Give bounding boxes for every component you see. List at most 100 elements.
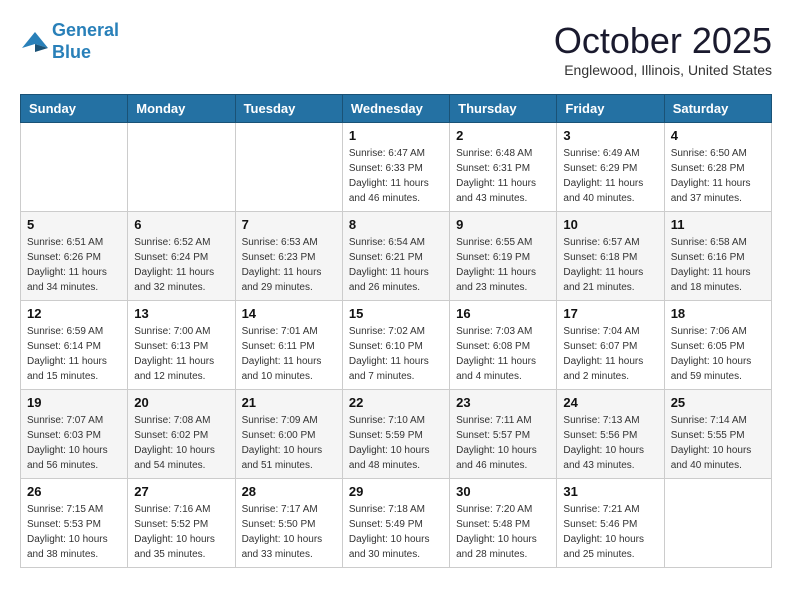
calendar-body: 1 Sunrise: 6:47 AM Sunset: 6:33 PM Daylig…	[21, 123, 772, 568]
day-number: 14	[242, 306, 336, 321]
day-number: 11	[671, 217, 765, 232]
calendar-cell: 29 Sunrise: 7:18 AM Sunset: 5:49 PM Dayli…	[342, 479, 449, 568]
weekday-header-tuesday: Tuesday	[235, 95, 342, 123]
day-number: 8	[349, 217, 443, 232]
logo-line1: General	[52, 20, 119, 40]
day-info: Sunrise: 7:00 AM Sunset: 6:13 PM Dayligh…	[134, 324, 228, 384]
day-number: 10	[563, 217, 657, 232]
calendar-cell: 17 Sunrise: 7:04 AM Sunset: 6:07 PM Dayli…	[557, 301, 664, 390]
calendar-cell: 28 Sunrise: 7:17 AM Sunset: 5:50 PM Dayli…	[235, 479, 342, 568]
day-info: Sunrise: 6:51 AM Sunset: 6:26 PM Dayligh…	[27, 235, 121, 295]
weekday-header-sunday: Sunday	[21, 95, 128, 123]
calendar-cell: 13 Sunrise: 7:00 AM Sunset: 6:13 PM Dayli…	[128, 301, 235, 390]
calendar-cell	[664, 479, 771, 568]
calendar-cell: 14 Sunrise: 7:01 AM Sunset: 6:11 PM Dayli…	[235, 301, 342, 390]
day-info: Sunrise: 7:03 AM Sunset: 6:08 PM Dayligh…	[456, 324, 550, 384]
calendar-cell: 3Sunrise: 6:49 AM Sunset: 6:29 PM Daylig…	[557, 123, 664, 212]
day-number: 13	[134, 306, 228, 321]
calendar-cell: 4Sunrise: 6:50 AM Sunset: 6:28 PM Daylig…	[664, 123, 771, 212]
calendar-cell: 12Sunrise: 6:59 AM Sunset: 6:14 PM Dayli…	[21, 301, 128, 390]
day-info: Sunrise: 7:13 AM Sunset: 5:56 PM Dayligh…	[563, 413, 657, 473]
weekday-header-saturday: Saturday	[664, 95, 771, 123]
calendar-cell: 5 Sunrise: 6:51 AM Sunset: 6:26 PM Daylig…	[21, 212, 128, 301]
day-info: Sunrise: 7:01 AM Sunset: 6:11 PM Dayligh…	[242, 324, 336, 384]
calendar-week-1: 1 Sunrise: 6:47 AM Sunset: 6:33 PM Daylig…	[21, 123, 772, 212]
day-number: 27	[134, 484, 228, 499]
calendar-cell	[21, 123, 128, 212]
day-info: Sunrise: 7:15 AM Sunset: 5:53 PM Dayligh…	[27, 502, 121, 562]
calendar-cell: 24Sunrise: 7:13 AM Sunset: 5:56 PM Dayli…	[557, 390, 664, 479]
day-number: 9	[456, 217, 550, 232]
calendar-cell	[128, 123, 235, 212]
day-number: 5	[27, 217, 121, 232]
day-info: Sunrise: 7:14 AM Sunset: 5:55 PM Dayligh…	[671, 413, 765, 473]
calendar-week-3: 12Sunrise: 6:59 AM Sunset: 6:14 PM Dayli…	[21, 301, 772, 390]
day-number: 16	[456, 306, 550, 321]
calendar-cell: 23Sunrise: 7:11 AM Sunset: 5:57 PM Dayli…	[450, 390, 557, 479]
calendar-cell: 25 Sunrise: 7:14 AM Sunset: 5:55 PM Dayli…	[664, 390, 771, 479]
title-area: October 2025 Englewood, Illinois, United…	[554, 20, 772, 78]
day-number: 7	[242, 217, 336, 232]
day-number: 29	[349, 484, 443, 499]
day-number: 18	[671, 306, 765, 321]
calendar-cell: 26Sunrise: 7:15 AM Sunset: 5:53 PM Dayli…	[21, 479, 128, 568]
day-info: Sunrise: 7:18 AM Sunset: 5:49 PM Dayligh…	[349, 502, 443, 562]
weekday-header-monday: Monday	[128, 95, 235, 123]
location-title: Englewood, Illinois, United States	[554, 62, 772, 78]
day-info: Sunrise: 7:09 AM Sunset: 6:00 PM Dayligh…	[242, 413, 336, 473]
calendar-week-4: 19 Sunrise: 7:07 AM Sunset: 6:03 PM Dayli…	[21, 390, 772, 479]
logo-line2: Blue	[52, 42, 91, 62]
calendar-cell: 10Sunrise: 6:57 AM Sunset: 6:18 PM Dayli…	[557, 212, 664, 301]
weekday-header-thursday: Thursday	[450, 95, 557, 123]
calendar-header: SundayMondayTuesdayWednesdayThursdayFrid…	[21, 95, 772, 123]
day-info: Sunrise: 7:17 AM Sunset: 5:50 PM Dayligh…	[242, 502, 336, 562]
day-info: Sunrise: 6:49 AM Sunset: 6:29 PM Dayligh…	[563, 146, 657, 206]
day-number: 2	[456, 128, 550, 143]
month-title: October 2025	[554, 20, 772, 62]
logo-icon	[20, 30, 50, 54]
calendar-week-5: 26Sunrise: 7:15 AM Sunset: 5:53 PM Dayli…	[21, 479, 772, 568]
day-info: Sunrise: 7:16 AM Sunset: 5:52 PM Dayligh…	[134, 502, 228, 562]
day-number: 1	[349, 128, 443, 143]
day-number: 4	[671, 128, 765, 143]
day-info: Sunrise: 6:58 AM Sunset: 6:16 PM Dayligh…	[671, 235, 765, 295]
day-info: Sunrise: 7:07 AM Sunset: 6:03 PM Dayligh…	[27, 413, 121, 473]
calendar-cell: 16 Sunrise: 7:03 AM Sunset: 6:08 PM Dayli…	[450, 301, 557, 390]
day-info: Sunrise: 6:54 AM Sunset: 6:21 PM Dayligh…	[349, 235, 443, 295]
day-info: Sunrise: 6:47 AM Sunset: 6:33 PM Dayligh…	[349, 146, 443, 206]
day-number: 6	[134, 217, 228, 232]
day-number: 20	[134, 395, 228, 410]
day-number: 19	[27, 395, 121, 410]
calendar-week-2: 5 Sunrise: 6:51 AM Sunset: 6:26 PM Daylig…	[21, 212, 772, 301]
day-info: Sunrise: 7:04 AM Sunset: 6:07 PM Dayligh…	[563, 324, 657, 384]
day-number: 17	[563, 306, 657, 321]
calendar-cell: 21 Sunrise: 7:09 AM Sunset: 6:00 PM Dayli…	[235, 390, 342, 479]
weekday-header-wednesday: Wednesday	[342, 95, 449, 123]
day-number: 30	[456, 484, 550, 499]
calendar-cell: 31Sunrise: 7:21 AM Sunset: 5:46 PM Dayli…	[557, 479, 664, 568]
calendar-cell: 18 Sunrise: 7:06 AM Sunset: 6:05 PM Dayli…	[664, 301, 771, 390]
calendar-cell	[235, 123, 342, 212]
calendar-cell: 15Sunrise: 7:02 AM Sunset: 6:10 PM Dayli…	[342, 301, 449, 390]
calendar-cell: 1 Sunrise: 6:47 AM Sunset: 6:33 PM Daylig…	[342, 123, 449, 212]
day-number: 22	[349, 395, 443, 410]
calendar-cell: 22Sunrise: 7:10 AM Sunset: 5:59 PM Dayli…	[342, 390, 449, 479]
day-number: 21	[242, 395, 336, 410]
day-number: 15	[349, 306, 443, 321]
calendar-cell: 7Sunrise: 6:53 AM Sunset: 6:23 PM Daylig…	[235, 212, 342, 301]
day-number: 31	[563, 484, 657, 499]
day-info: Sunrise: 7:11 AM Sunset: 5:57 PM Dayligh…	[456, 413, 550, 473]
calendar: SundayMondayTuesdayWednesdayThursdayFrid…	[20, 94, 772, 568]
calendar-cell: 27 Sunrise: 7:16 AM Sunset: 5:52 PM Dayli…	[128, 479, 235, 568]
day-info: Sunrise: 7:06 AM Sunset: 6:05 PM Dayligh…	[671, 324, 765, 384]
calendar-cell: 6 Sunrise: 6:52 AM Sunset: 6:24 PM Daylig…	[128, 212, 235, 301]
day-info: Sunrise: 7:08 AM Sunset: 6:02 PM Dayligh…	[134, 413, 228, 473]
day-number: 28	[242, 484, 336, 499]
day-info: Sunrise: 6:52 AM Sunset: 6:24 PM Dayligh…	[134, 235, 228, 295]
calendar-cell: 11 Sunrise: 6:58 AM Sunset: 6:16 PM Dayli…	[664, 212, 771, 301]
logo: General Blue	[20, 20, 119, 63]
day-info: Sunrise: 6:59 AM Sunset: 6:14 PM Dayligh…	[27, 324, 121, 384]
page-header: General Blue October 2025 Englewood, Ill…	[20, 20, 772, 78]
day-info: Sunrise: 6:48 AM Sunset: 6:31 PM Dayligh…	[456, 146, 550, 206]
day-number: 25	[671, 395, 765, 410]
